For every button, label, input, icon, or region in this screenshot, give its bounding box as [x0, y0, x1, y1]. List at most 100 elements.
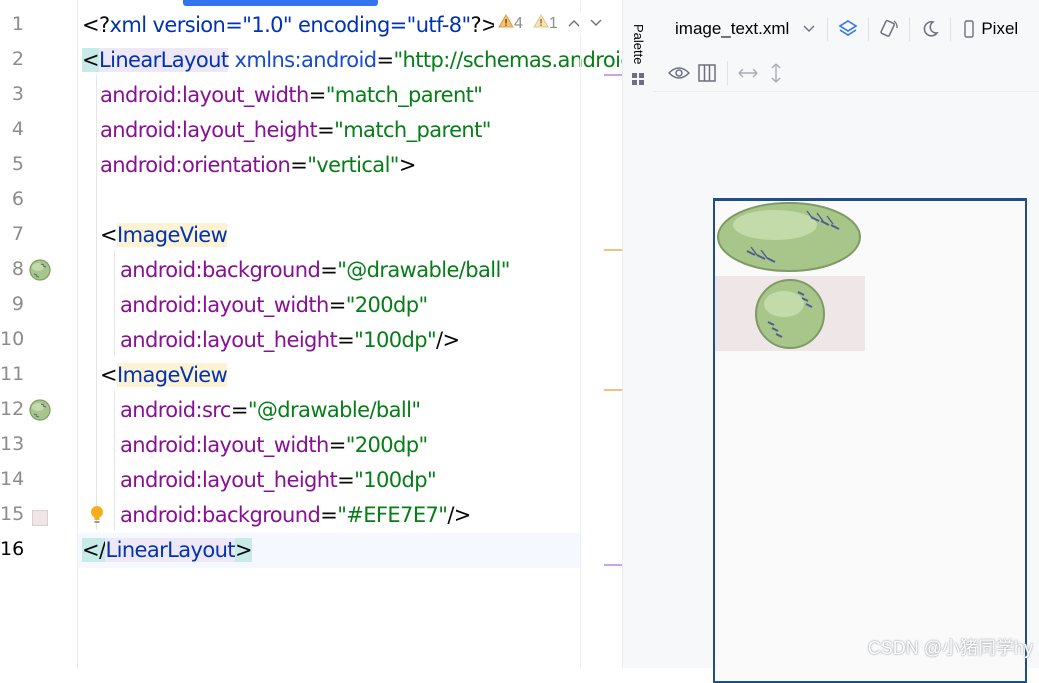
image-view-background-ball[interactable]: [715, 201, 865, 276]
warnings-indicator[interactable]: 4: [498, 13, 523, 33]
scroll-marker: [604, 389, 622, 391]
warnings-count: 4: [514, 14, 523, 32]
tag-name: LinearLayout: [99, 48, 229, 72]
code-area[interactable]: <?xml version="1.0" encoding="utf-8"?> <…: [78, 0, 622, 668]
layers-button[interactable]: [834, 15, 862, 43]
code-line-16: </LinearLayout>: [82, 533, 253, 568]
line-number: 4: [11, 118, 24, 140]
xml-decl-attrs: version="1.0" encoding="utf-8": [146, 13, 472, 37]
eye-icon: [668, 67, 690, 79]
code-line-4: android:layout_height="match_parent": [100, 113, 491, 148]
attribute-name: android:orientation: [100, 153, 291, 177]
previous-highlight-button[interactable]: [568, 14, 580, 32]
equals-sign: =: [308, 83, 327, 107]
palette-icon: [632, 73, 644, 85]
toolbar-divider: [727, 61, 728, 85]
xml-decl-name: xml: [109, 13, 148, 37]
tag-close-bracket: />: [447, 503, 471, 527]
attribute-value: "@drawable/ball": [247, 398, 421, 422]
code-line-11: <ImageView: [100, 358, 228, 393]
attribute-name: xmlns:android: [234, 48, 378, 72]
xml-decl-open: <?: [82, 13, 110, 37]
line-number: 14: [0, 468, 25, 490]
horizontal-resize-button[interactable]: [734, 59, 762, 87]
device-dropdown[interactable]: Pixel: [963, 19, 1018, 39]
attribute-name: android:layout_height: [120, 328, 338, 352]
attribute-name: android:background: [120, 503, 321, 527]
image-view-src-ball[interactable]: [715, 276, 865, 351]
code-line-7: <ImageView: [100, 218, 228, 253]
attribute-value: "#EFE7E7": [337, 503, 448, 527]
ball-image-stretched: [717, 202, 861, 272]
code-line-12: android:src="@drawable/ball": [120, 393, 421, 428]
indent-guide: [96, 75, 97, 530]
tag-name: ImageView: [117, 223, 228, 247]
night-mode-button[interactable]: [916, 15, 944, 43]
line-number: 11: [0, 363, 25, 385]
vertical-resize-button[interactable]: [762, 59, 790, 87]
watermark: CSDN @小猪同学hy: [867, 638, 1033, 658]
equals-sign: =: [328, 433, 347, 457]
code-line-15: android:background="#EFE7E7"/>: [120, 498, 471, 533]
lightbulb-icon[interactable]: [89, 505, 105, 527]
code-line-14: android:layout_height="100dp": [120, 463, 437, 498]
next-highlight-button[interactable]: [590, 14, 602, 32]
line-number: 3: [11, 83, 24, 105]
line-number: 1: [11, 13, 24, 35]
code-line-9: android:layout_width="200dp": [120, 288, 428, 323]
tag-open-bracket: </: [82, 538, 106, 562]
line-number: 8: [11, 258, 24, 280]
view-options-button[interactable]: [665, 59, 693, 87]
tag-name: ImageView: [117, 363, 228, 387]
blueprint-toggle-button[interactable]: [693, 59, 721, 87]
orientation-button[interactable]: [875, 15, 903, 43]
inspection-widget[interactable]: 4 1: [494, 12, 602, 34]
palette-tool-strip[interactable]: Palette: [622, 0, 654, 668]
scroll-marker: [604, 74, 622, 76]
tag-close-bracket: />: [436, 328, 460, 352]
file-name-label: image_text.xml: [675, 19, 790, 38]
line-number: 5: [11, 153, 24, 175]
line-number: 12: [0, 398, 25, 420]
line-number-current: 16: [0, 538, 25, 560]
equals-sign: =: [376, 48, 395, 72]
tag-open-bracket: <: [100, 363, 118, 387]
code-line-8: android:background="@drawable/ball": [120, 253, 510, 288]
horizontal-arrows-icon: [738, 68, 758, 78]
moon-icon: [923, 21, 939, 37]
device-preview[interactable]: [713, 198, 1027, 683]
weak-warnings-indicator[interactable]: 1: [533, 13, 558, 33]
line-number: 2: [11, 48, 24, 70]
palette-tab[interactable]: Palette: [631, 24, 646, 64]
attribute-value: "100dp": [354, 328, 437, 352]
design-secondary-toolbar: [653, 55, 1039, 92]
tag-open-bracket: <: [82, 48, 100, 72]
code-line-10: android:layout_height="100dp"/>: [120, 323, 460, 358]
vertical-arrows-icon: [771, 63, 781, 83]
toolbar-divider: [827, 17, 829, 41]
code-line-3: android:layout_width="match_parent": [100, 78, 483, 113]
equals-sign: =: [317, 118, 335, 142]
tag-close-bracket: >: [234, 538, 253, 562]
design-toolbar: image_text.xml Pixel: [653, 10, 1039, 48]
equals-sign: =: [337, 468, 355, 492]
equals-sign: =: [290, 153, 308, 177]
color-swatch-icon[interactable]: [32, 510, 48, 526]
indent-guide: [114, 250, 115, 355]
chevron-down-icon: [590, 19, 602, 26]
file-name-dropdown[interactable]: image_text.xml: [675, 19, 815, 39]
code-line-2: <LinearLayout xmlns:android="http://sche…: [82, 43, 622, 78]
equals-sign: =: [337, 328, 355, 352]
ball-drawable-gutter-icon[interactable]: [29, 399, 51, 421]
attribute-value: "vertical": [307, 153, 399, 177]
toolbar-divider: [909, 17, 911, 41]
code-editor[interactable]: 1 2 3 4 5 6 7 8 9 10 11 12 13 14 15 16 <…: [0, 0, 622, 668]
attribute-value: "@drawable/ball": [337, 258, 510, 282]
code-line-13: android:layout_width="200dp": [120, 428, 428, 463]
attribute-name: android:layout_width: [120, 433, 329, 457]
equals-sign: =: [320, 258, 338, 282]
attribute-name: android:layout_height: [120, 468, 338, 492]
tag-open-bracket: <: [100, 223, 118, 247]
ball-drawable-gutter-icon[interactable]: [29, 259, 51, 281]
chevron-down-icon: [803, 25, 815, 32]
